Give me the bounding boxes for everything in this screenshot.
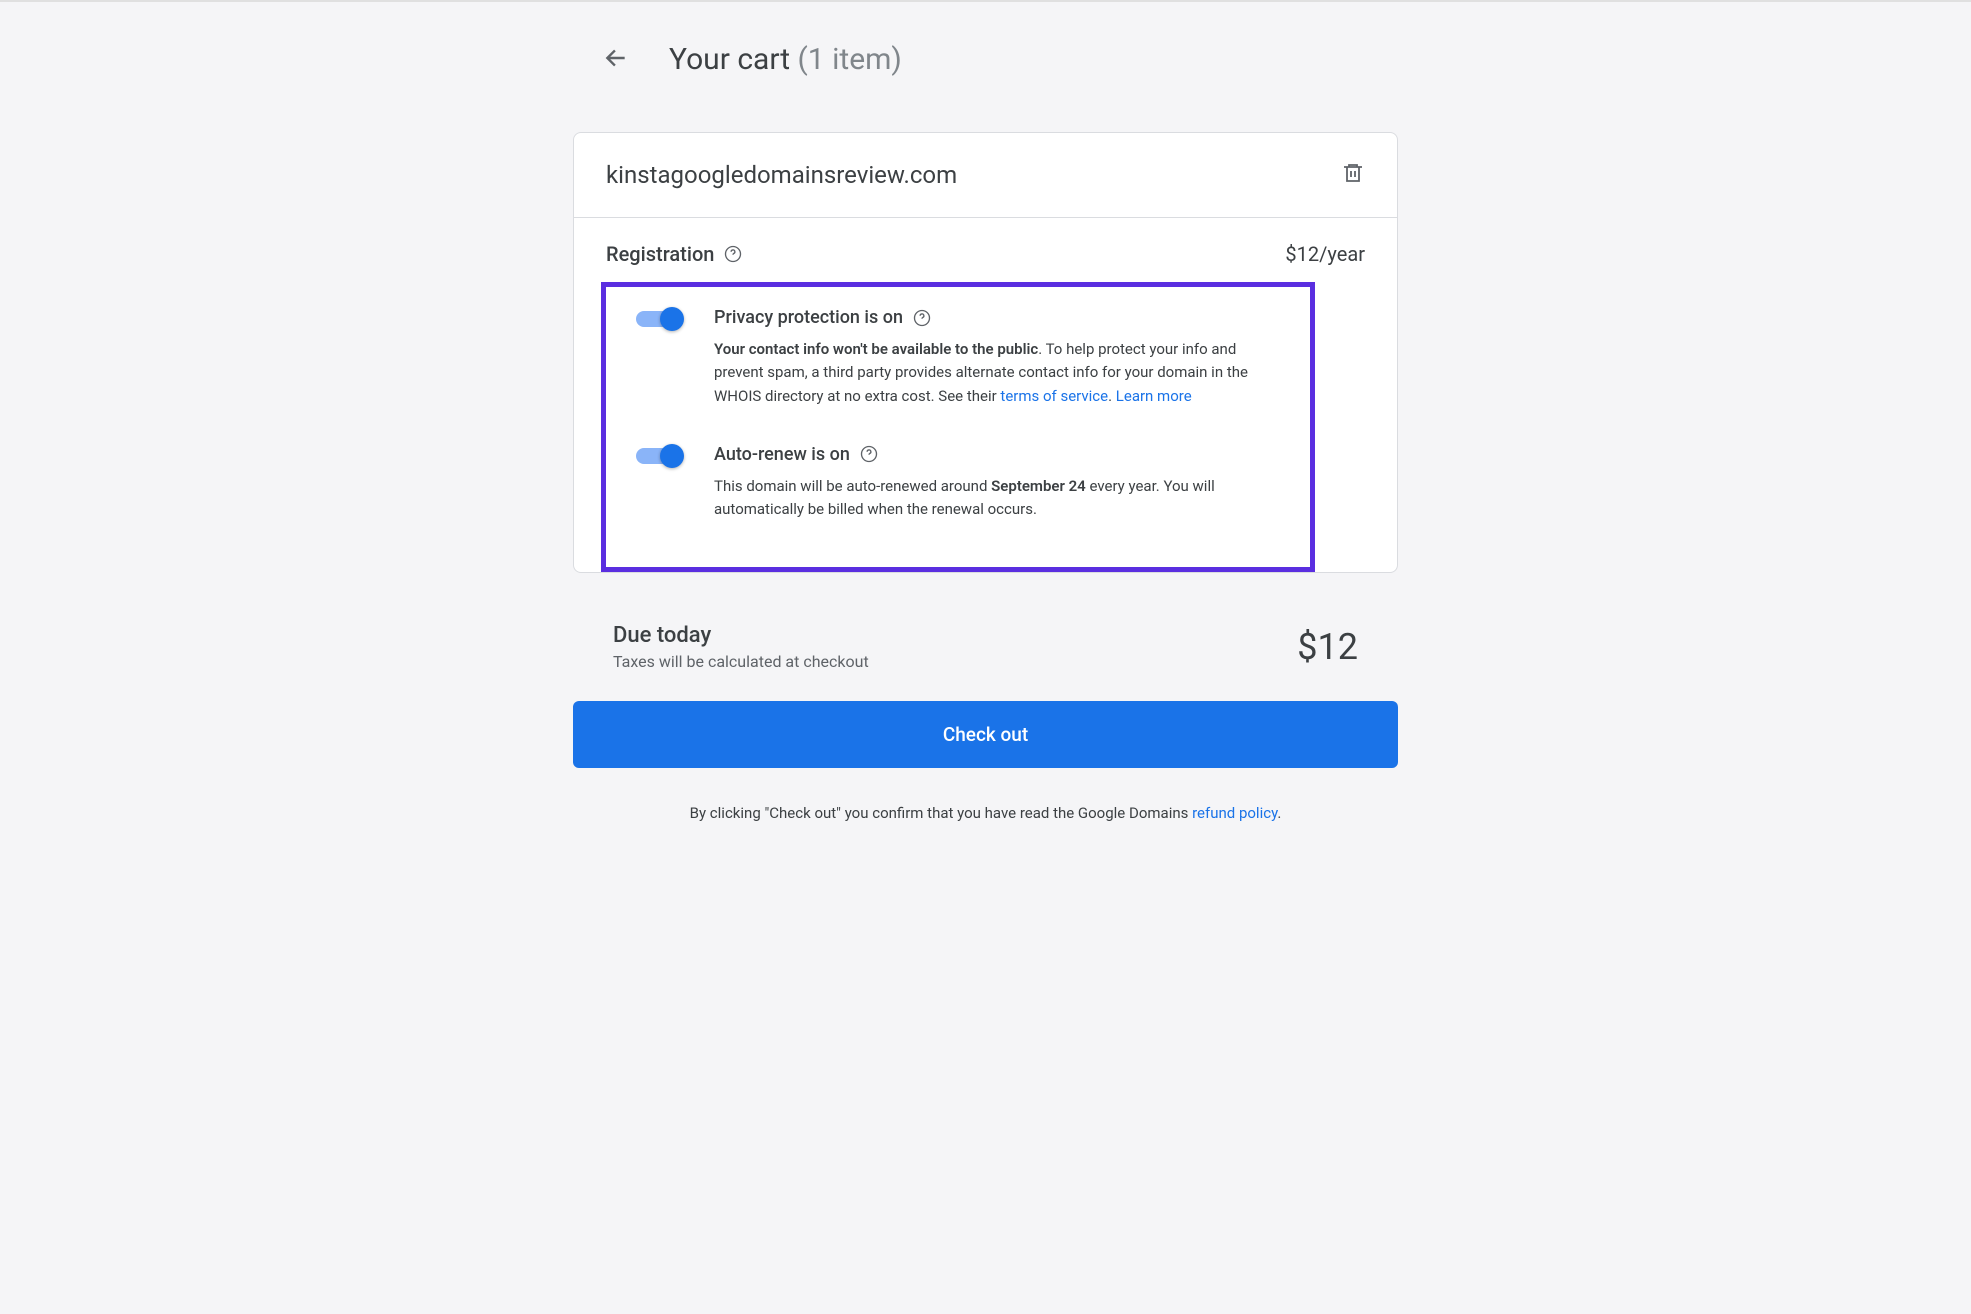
autorenew-desc: This domain will be auto-renewed around … bbox=[714, 475, 1280, 522]
terms-of-service-link[interactable]: terms of service bbox=[1000, 387, 1108, 405]
privacy-content: Privacy protection is on Your contact i bbox=[714, 307, 1280, 408]
registration-price: $12/year bbox=[1285, 242, 1365, 266]
autorenew-title-text: Auto-renew is on bbox=[714, 444, 850, 465]
due-label: Due today bbox=[613, 623, 869, 648]
disclaimer-post: . bbox=[1277, 804, 1281, 822]
autorenew-date: September 24 bbox=[991, 477, 1086, 495]
learn-more-link[interactable]: Learn more bbox=[1116, 387, 1192, 405]
disclaimer-pre: By clicking "Check out" you confirm that… bbox=[690, 804, 1192, 822]
refund-policy-link[interactable]: refund policy bbox=[1192, 804, 1277, 822]
registration-section: Registration $12/year bbox=[574, 218, 1397, 572]
page-title: Your cart (1 item) bbox=[669, 42, 902, 77]
privacy-period: . bbox=[1108, 387, 1116, 405]
title-text: Your cart bbox=[669, 42, 790, 77]
options-highlight: Privacy protection is on Your contact i bbox=[601, 282, 1315, 572]
disclaimer: By clicking "Check out" you confirm that… bbox=[573, 768, 1398, 858]
due-sub: Taxes will be calculated at checkout bbox=[613, 652, 869, 671]
due-info: Due today Taxes will be calculated at ch… bbox=[613, 623, 869, 671]
page-header: Your cart (1 item) bbox=[603, 42, 1398, 77]
autorenew-content: Auto-renew is on This domain will be au bbox=[714, 444, 1280, 522]
domain-name: kinstagoogledomainsreview.com bbox=[606, 161, 957, 189]
autorenew-desc-pre: This domain will be auto-renewed around bbox=[714, 477, 991, 495]
back-arrow-icon[interactable] bbox=[603, 45, 629, 75]
cart-card: kinstagoogledomainsreview.com Registrati… bbox=[573, 132, 1398, 573]
due-amount: $12 bbox=[1297, 626, 1358, 668]
privacy-desc-bold: Your contact info won't be available to … bbox=[714, 340, 1038, 358]
trash-icon[interactable] bbox=[1341, 161, 1365, 189]
registration-header: Registration $12/year bbox=[606, 242, 1365, 266]
toggle-thumb bbox=[660, 307, 684, 331]
title-count: (1 item) bbox=[798, 42, 902, 77]
autorenew-title: Auto-renew is on bbox=[714, 444, 1280, 465]
autorenew-toggle[interactable] bbox=[636, 448, 680, 464]
help-icon[interactable] bbox=[860, 445, 878, 463]
autorenew-row: Auto-renew is on This domain will be au bbox=[636, 444, 1280, 522]
domain-row: kinstagoogledomainsreview.com bbox=[574, 133, 1397, 218]
privacy-title-text: Privacy protection is on bbox=[714, 307, 903, 328]
toggle-thumb bbox=[660, 444, 684, 468]
registration-label: Registration bbox=[606, 242, 742, 266]
privacy-row: Privacy protection is on Your contact i bbox=[636, 307, 1280, 408]
checkout-button[interactable]: Check out bbox=[573, 701, 1398, 768]
privacy-toggle[interactable] bbox=[636, 311, 680, 327]
help-icon[interactable] bbox=[724, 245, 742, 263]
due-row: Due today Taxes will be calculated at ch… bbox=[573, 573, 1398, 701]
registration-label-text: Registration bbox=[606, 242, 714, 266]
privacy-desc: Your contact info won't be available to … bbox=[714, 338, 1280, 408]
privacy-title: Privacy protection is on bbox=[714, 307, 1280, 328]
help-icon[interactable] bbox=[913, 309, 931, 327]
